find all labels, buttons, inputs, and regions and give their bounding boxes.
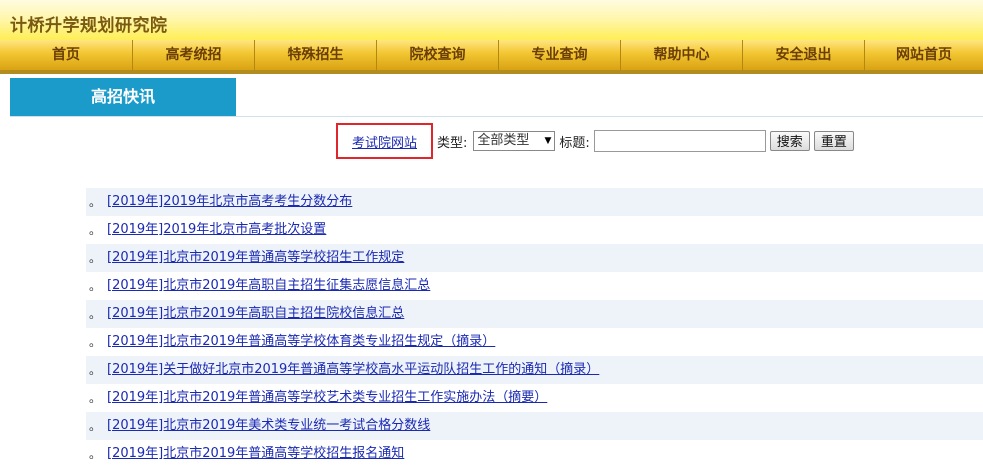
nav-item-help-center[interactable]: 帮助中心 xyxy=(621,40,743,70)
search-button[interactable]: 搜索 xyxy=(769,131,810,151)
bullet: 。 xyxy=(88,279,101,293)
main-nav: 首页 高考统招 特殊招生 院校查询 专业查询 帮助中心 安全退出 网站首页 xyxy=(0,40,983,70)
section-divider xyxy=(10,116,983,117)
site-header: 计桥升学规划研究院 xyxy=(0,0,983,40)
nav-item-gaokao-admission[interactable]: 高考统招 xyxy=(133,40,255,70)
list-item: 。 [2019年]北京市2019年高职自主招生院校信息汇总 xyxy=(86,300,983,328)
bullet: 。 xyxy=(88,419,101,433)
list-item: 。 [2019年]2019年北京市高考批次设置 xyxy=(86,216,983,244)
type-select-value: 全部类型 xyxy=(477,133,530,148)
nav-item-site-home[interactable]: 网站首页 xyxy=(865,40,983,70)
nav-item-home[interactable]: 首页 xyxy=(0,40,133,70)
bullet: 。 xyxy=(88,447,101,461)
nav-item-major-search[interactable]: 专业查询 xyxy=(499,40,621,70)
bullet: 。 xyxy=(88,363,101,377)
list-item: 。 [2019年]北京市2019年美术类专业统一考试合格分数线 xyxy=(86,412,983,440)
news-link[interactable]: [2019年]2019年北京市高考批次设置 xyxy=(107,216,326,244)
bullet: 。 xyxy=(88,307,101,321)
news-link[interactable]: [2019年]北京市2019年普通高等学校艺术类专业招生工作实施办法（摘要） xyxy=(107,384,547,412)
bullet: 。 xyxy=(88,195,101,209)
type-select[interactable]: 全部类型 ▼ xyxy=(473,131,556,151)
bullet: 。 xyxy=(88,335,101,349)
list-item: 。 [2019年]北京市2019年普通高等学校体育类专业招生规定（摘录） xyxy=(86,328,983,356)
news-link[interactable]: [2019年]北京市2019年高职自主招生院校信息汇总 xyxy=(107,300,404,328)
list-item: 。 [2019年]北京市2019年普通高等学校招生报名通知 xyxy=(86,440,983,468)
bullet: 。 xyxy=(88,251,101,265)
list-item: 。 [2019年]关于做好北京市2019年普通高等学校高水平运动队招生工作的通知… xyxy=(86,356,983,384)
nav-item-special-admission[interactable]: 特殊招生 xyxy=(255,40,377,70)
news-link[interactable]: [2019年]北京市2019年普通高等学校招生工作规定 xyxy=(107,244,404,272)
list-item: 。 [2019年]北京市2019年普通高等学校招生工作规定 xyxy=(86,244,983,272)
list-item: 。 [2019年]2019年北京市高考考生分数分布 xyxy=(86,188,983,216)
bullet: 。 xyxy=(88,223,101,237)
nav-divider xyxy=(0,70,983,74)
list-item: 。 [2019年]北京市2019年高职自主招生征集志愿信息汇总 xyxy=(86,272,983,300)
news-link[interactable]: [2019年]北京市2019年美术类专业统一考试合格分数线 xyxy=(107,412,430,440)
news-list: 。 [2019年]2019年北京市高考考生分数分布 。 [2019年]2019年… xyxy=(86,188,983,468)
site-title: 计桥升学规划研究院 xyxy=(10,16,168,36)
exam-site-link[interactable]: 考试院网站 xyxy=(352,132,417,151)
reset-button[interactable]: 重置 xyxy=(813,131,854,151)
highlight-box: 考试院网站 xyxy=(336,123,434,159)
news-link[interactable]: [2019年]北京市2019年普通高等学校招生报名通知 xyxy=(107,440,404,468)
chevron-down-icon: ▼ xyxy=(544,136,552,146)
filter-toolbar: 考试院网站 类型: 全部类型 ▼ 标题: 搜索 重置 xyxy=(336,123,854,159)
type-label: 类型: xyxy=(437,135,468,151)
section-title-tab: 高招快讯 xyxy=(10,78,236,116)
list-item: 。 [2019年]北京市2019年普通高等学校艺术类专业招生工作实施办法（摘要） xyxy=(86,384,983,412)
nav-item-school-search[interactable]: 院校查询 xyxy=(377,40,499,70)
news-link[interactable]: [2019年]北京市2019年高职自主招生征集志愿信息汇总 xyxy=(107,272,430,300)
news-link[interactable]: [2019年]北京市2019年普通高等学校体育类专业招生规定（摘录） xyxy=(107,328,495,356)
title-search-input[interactable] xyxy=(593,130,766,152)
news-link[interactable]: [2019年]关于做好北京市2019年普通高等学校高水平运动队招生工作的通知（摘… xyxy=(107,356,599,384)
news-link[interactable]: [2019年]2019年北京市高考考生分数分布 xyxy=(107,188,352,216)
title-label: 标题: xyxy=(559,135,590,151)
nav-item-logout[interactable]: 安全退出 xyxy=(743,40,865,70)
bullet: 。 xyxy=(88,391,101,405)
